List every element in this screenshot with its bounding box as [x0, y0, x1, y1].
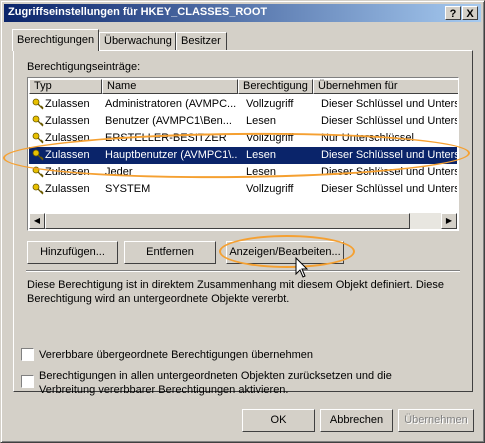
cell-name: Benutzer (AVMPC1\Ben... [105, 115, 232, 127]
cell-applies: Dieser Schlüssel und Unters... [321, 166, 457, 178]
cell-name: SYSTEM [105, 183, 151, 195]
horizontal-scrollbar[interactable]: ◀ ▶ [29, 213, 457, 229]
ok-button[interactable]: OK [242, 409, 315, 432]
table-row[interactable]: Zulassen Benutzer (AVMPC1\Ben... Lesen Dies… [29, 113, 457, 130]
cell-typ: Zulassen [45, 115, 90, 127]
reset-checkbox[interactable] [21, 375, 34, 388]
cell-perm: Vollzugriff [246, 183, 294, 195]
cell-perm: Lesen [246, 149, 276, 161]
entries-label: Berechtigungseinträge: [27, 61, 141, 73]
remove-button[interactable]: Entfernen [124, 241, 216, 264]
scroll-right-icon[interactable]: ▶ [441, 213, 457, 229]
description-line-1: Diese Berechtigung ist in direktem Zusam… [27, 279, 444, 291]
permissions-listview[interactable]: Typ Name Berechtigung Übernehmen für Zul… [27, 77, 459, 231]
cell-typ: Zulassen [45, 98, 90, 110]
tab-berechtigungen[interactable]: Berechtigungen [12, 29, 99, 51]
key-icon [32, 149, 44, 161]
cell-perm: Lesen [246, 166, 276, 178]
cell-typ: Zulassen [45, 132, 90, 144]
column-header-applies[interactable]: Übernehmen für [313, 79, 458, 94]
cell-applies: Nur Unterschlüssel [321, 132, 414, 144]
cell-applies: Dieser Schlüssel und Unters... [321, 183, 457, 195]
tab-besitzer[interactable]: Besitzer [176, 32, 227, 50]
view-edit-button[interactable]: Anzeigen/Bearbeiten... [226, 241, 344, 264]
key-icon [32, 98, 44, 110]
cell-name: Hauptbenutzer (AVMPC1\... [105, 149, 237, 161]
table-row[interactable]: Zulassen Administratoren (AVMPC... Vollzug… [29, 96, 457, 113]
scroll-left-icon[interactable]: ◀ [29, 213, 45, 229]
reset-checkbox-label-2: Verbreitung vererbbarer Berechtigungen a… [39, 384, 289, 396]
cell-typ: Zulassen [45, 183, 90, 195]
cell-applies: Dieser Schlüssel und Unters... [321, 149, 457, 161]
cell-applies: Dieser Schlüssel und Unters... [321, 98, 457, 110]
add-button[interactable]: Hinzufügen... [27, 241, 118, 264]
help-button[interactable]: ? [445, 6, 461, 20]
column-header-name[interactable]: Name [102, 79, 238, 94]
separator [26, 270, 460, 272]
cell-typ: Zulassen [45, 166, 90, 178]
table-row[interactable]: Zulassen Hauptbenutzer (AVMPC1\... Lesen Di… [29, 147, 457, 164]
inherit-checkbox-label: Vererbbare übergeordnete Berechtigungen … [39, 349, 313, 361]
column-header-permission[interactable]: Berechtigung [238, 79, 313, 94]
cell-name: ERSTELLER-BESITZER [105, 132, 227, 144]
inherit-checkbox[interactable] [21, 348, 34, 361]
cell-applies: Dieser Schlüssel und Unters... [321, 115, 457, 127]
description-line-2: Berechtigung wird an untergeordnete Obje… [27, 293, 290, 305]
table-row[interactable]: Zulassen ERSTELLER-BESITZER Vollzugriff Nur… [29, 130, 457, 147]
cell-typ: Zulassen [45, 149, 90, 161]
table-row[interactable]: Zulassen SYSTEM Vollzugriff Dieser Schlüsse… [29, 181, 457, 198]
key-icon [32, 132, 44, 144]
cell-perm: Vollzugriff [246, 98, 294, 110]
key-icon [32, 115, 44, 127]
apply-button[interactable]: Übernehmen [398, 409, 474, 432]
key-icon [32, 183, 44, 195]
mouse-cursor-icon [295, 257, 309, 278]
scroll-thumb[interactable] [45, 213, 410, 229]
cell-perm: Vollzugriff [246, 132, 294, 144]
cell-perm: Lesen [246, 115, 276, 127]
cancel-button[interactable]: Abbrechen [320, 409, 393, 432]
cell-name: Administratoren (AVMPC... [105, 98, 237, 110]
column-header-typ[interactable]: Typ [29, 79, 102, 94]
tab-ueberwachung[interactable]: Überwachung [99, 32, 176, 50]
reset-checkbox-label-1: Berechtigungen in allen untergeordneten … [39, 370, 392, 382]
close-button[interactable]: X [462, 6, 478, 20]
dialog-title: Zugriffseinstellungen für HKEY_CLASSES_R… [8, 6, 268, 18]
title-bar[interactable]: Zugriffseinstellungen für HKEY_CLASSES_R… [4, 4, 481, 22]
key-icon [32, 166, 44, 178]
table-row[interactable]: Zulassen Jeder Lesen Dieser Schlüssel und U… [29, 164, 457, 181]
cell-name: Jeder [105, 166, 133, 178]
